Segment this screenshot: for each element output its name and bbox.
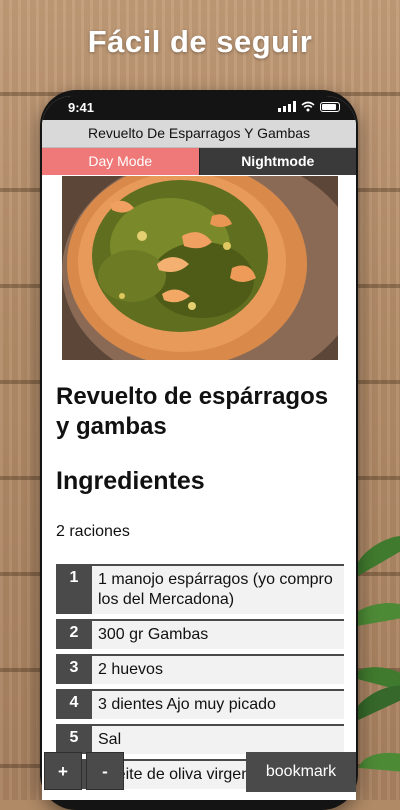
status-bar: 9:41 xyxy=(42,96,356,120)
status-time: 9:41 xyxy=(68,100,95,115)
ingredient-number: 1 xyxy=(56,564,92,614)
ingredient-number: 5 xyxy=(56,724,92,754)
bottom-controls: + - bookmark xyxy=(42,752,356,800)
recipe-title: Revuelto de espárragos y gambas xyxy=(56,383,329,440)
servings-text: 2 raciones xyxy=(56,523,130,540)
signal-icon xyxy=(278,101,296,112)
app-title: Revuelto De Esparragos Y Gambas xyxy=(42,120,356,148)
status-icons xyxy=(278,101,340,112)
ingredient-text: 2 huevos xyxy=(92,654,344,684)
battery-icon xyxy=(320,102,340,112)
dish-photo xyxy=(62,176,338,360)
ingredient-text: 1 manojo espárragos (yo compro los del M… xyxy=(92,564,344,614)
ingredient-row: 4 3 dientes Ajo muy picado xyxy=(56,689,344,719)
mode-switcher: Day Mode Nightmode xyxy=(42,148,356,175)
bookmark-button[interactable]: bookmark xyxy=(246,752,356,792)
ingredient-text: Sal xyxy=(92,724,344,754)
app-screen: 9:41 Revuelto De Esparragos Y Gambas Day… xyxy=(42,96,356,800)
dish-illustration xyxy=(62,176,338,360)
ingredient-row: 3 2 huevos xyxy=(56,654,344,684)
day-mode-button[interactable]: Day Mode xyxy=(42,148,199,175)
zoom-out-button[interactable]: - xyxy=(86,752,124,790)
ingredient-number: 3 xyxy=(56,654,92,684)
ingredient-number: 2 xyxy=(56,619,92,649)
promo-title: Fácil de seguir xyxy=(87,24,313,59)
phone-notch xyxy=(110,96,288,120)
ingredients-heading: Ingredientes xyxy=(56,467,205,495)
night-mode-button[interactable]: Nightmode xyxy=(198,148,356,175)
wifi-icon xyxy=(301,101,315,112)
recipe-content: Revuelto de espárragos y gambas Ingredie… xyxy=(56,382,348,541)
ingredient-text: 3 dientes Ajo muy picado xyxy=(92,689,344,719)
zoom-in-button[interactable]: + xyxy=(44,752,82,790)
ingredient-row: 2 300 gr Gambas xyxy=(56,619,344,649)
ingredient-row: 5 Sal xyxy=(56,724,344,754)
ingredient-number: 4 xyxy=(56,689,92,719)
ingredient-row: 1 1 manojo espárragos (yo compro los del… xyxy=(56,564,344,614)
ingredient-text: 300 gr Gambas xyxy=(92,619,344,649)
